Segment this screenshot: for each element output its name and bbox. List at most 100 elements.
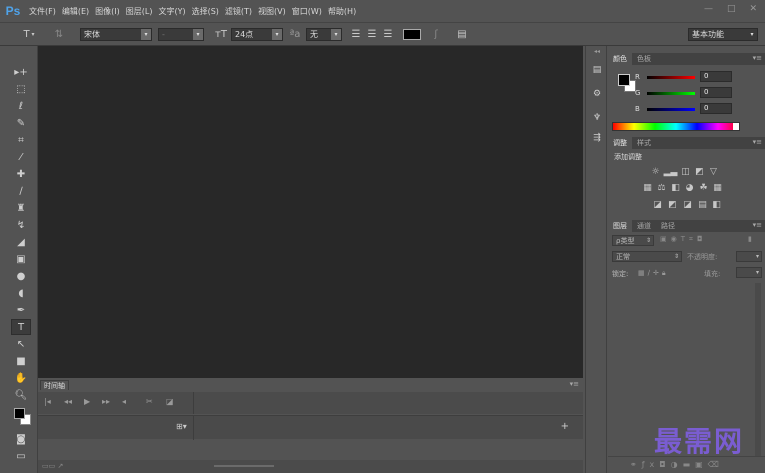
add-track-button[interactable]: + (561, 421, 569, 432)
add-media-icon[interactable]: ⊞▾ (176, 422, 187, 431)
green-slider[interactable]: G (635, 88, 695, 98)
menu-select[interactable]: 选择(S) (189, 0, 222, 22)
hand-tool-icon[interactable]: ✋ (11, 370, 31, 386)
threshold-icon[interactable]: ◪ (682, 200, 693, 210)
red-slider[interactable]: R (635, 72, 695, 82)
menu-filter[interactable]: 滤镜(T) (222, 0, 255, 22)
character-panel-icon[interactable]: ▤ (456, 28, 468, 41)
convert-frames-icon[interactable]: ▭▭ ↗ (42, 462, 63, 470)
quick-select-tool-icon[interactable]: ✎ (11, 115, 31, 131)
color-spectrum-bar[interactable] (612, 122, 740, 131)
align-center-icon[interactable]: ☰ (366, 28, 378, 41)
black-white-icon[interactable]: ◧ (670, 183, 681, 193)
menu-image[interactable]: 图像(I) (92, 0, 123, 22)
menu-layer[interactable]: 图层(L) (123, 0, 156, 22)
previous-frame-icon[interactable]: ◂◂ (64, 397, 72, 406)
panel-menu-icon[interactable]: ▾≡ (753, 138, 762, 146)
panel-menu-icon[interactable]: ▾≡ (570, 380, 579, 388)
menu-file[interactable]: 文件(F) (26, 0, 59, 22)
panel-menu-icon[interactable]: ▾≡ (753, 221, 762, 229)
tool-preset-icon[interactable]: ⇶ (591, 132, 603, 144)
zoom-tool-icon[interactable]: 🔍︎ (11, 387, 31, 403)
type-tool-icon[interactable]: T (11, 319, 31, 335)
antialias-dropdown[interactable]: 无 ▾ (306, 28, 342, 41)
timeline-track[interactable]: ⊞▾ + (38, 415, 583, 440)
brightness-icon[interactable]: ☼ (650, 167, 661, 177)
channel-mixer-icon[interactable]: ☘ (698, 183, 709, 193)
text-orientation-icon[interactable]: ⇅ (52, 28, 66, 41)
opacity-field[interactable]: ▾ (736, 251, 762, 262)
panel-menu-icon[interactable]: ▾≡ (753, 54, 762, 62)
path-selection-tool-icon[interactable]: ↖ (11, 336, 31, 352)
layer-filter-kind[interactable]: ρ类型 ⇕ (612, 235, 654, 246)
menu-window[interactable]: 窗口(W) (289, 0, 325, 22)
workspace-dropdown[interactable]: 基本功能 ▾ (688, 28, 758, 41)
menu-type[interactable]: 文字(Y) (155, 0, 188, 22)
fill-field[interactable]: ▾ (736, 267, 762, 278)
vibrance-icon[interactable]: ▽ (708, 167, 719, 177)
layer-filter-icons[interactable]: ▣◉T⌗◘ (660, 235, 706, 244)
foreground-background-color-icon[interactable] (12, 406, 34, 428)
layer-action-icons[interactable]: ⚭ƒx◘◑▬▣⌫ (630, 460, 724, 469)
zoom-slider[interactable] (214, 465, 274, 467)
first-frame-icon[interactable]: |◂ (44, 397, 51, 406)
selective-color-icon[interactable]: ◧ (711, 200, 722, 210)
curves-icon[interactable]: ◫ (680, 167, 691, 177)
tab-styles[interactable]: 样式 (632, 137, 656, 149)
menu-view[interactable]: 视图(V) (255, 0, 289, 22)
font-family-dropdown[interactable]: 宋体 ▾ (80, 28, 152, 41)
menu-help[interactable]: 帮助(H) (325, 0, 359, 22)
red-value-field[interactable]: 0 (700, 71, 732, 82)
next-frame-icon[interactable]: ▸▸ (102, 397, 110, 406)
history-icon[interactable]: ▤ (591, 64, 603, 76)
gradient-map-icon[interactable]: ▤ (697, 200, 708, 210)
restore-button[interactable]: □ (727, 4, 736, 14)
invert-icon[interactable]: ◪ (652, 200, 663, 210)
transition-icon[interactable]: ◪ (166, 397, 174, 406)
menu-edit[interactable]: 编辑(E) (59, 0, 92, 22)
color-balance-icon[interactable]: ⚖ (656, 183, 667, 193)
pen-tool-icon[interactable]: ✒ (11, 302, 31, 318)
lasso-tool-icon[interactable]: ℓ (11, 98, 31, 114)
filter-toggle-icon[interactable]: ▮ (748, 235, 752, 243)
collapse-icon[interactable]: ◂◂ (594, 48, 600, 55)
tab-channels[interactable]: 通道 (632, 220, 656, 232)
tab-adjustments[interactable]: 调整 (608, 137, 632, 149)
eyedropper-tool-icon[interactable]: ⁄ (11, 149, 31, 165)
lock-icons[interactable]: ▦∕✛🔒︎ (638, 269, 669, 278)
brush-tool-icon[interactable]: ∕ (11, 183, 31, 199)
move-tool-icon[interactable]: ▸+ (11, 64, 31, 80)
photo-filter-icon[interactable]: ◕ (684, 183, 695, 193)
dodge-tool-icon[interactable]: ◖ (11, 285, 31, 301)
font-style-dropdown[interactable]: - ▾ (158, 28, 204, 41)
history-brush-tool-icon[interactable]: ↯ (11, 217, 31, 233)
warp-text-icon[interactable]: ʃ (430, 28, 442, 41)
align-right-icon[interactable]: ☰ (382, 28, 394, 41)
color-lookup-icon[interactable]: ▦ (712, 183, 723, 193)
text-tool-preset-icon[interactable]: T ▾ (20, 28, 38, 41)
audio-icon[interactable]: ◂ (122, 397, 126, 406)
split-icon[interactable]: ✂ (146, 397, 153, 406)
font-size-dropdown[interactable]: 24点 ▾ (231, 28, 283, 41)
close-button[interactable]: ✕ (749, 4, 757, 14)
screen-mode-icon[interactable]: ▭ (11, 448, 31, 464)
clone-stamp-tool-icon[interactable]: ♜ (11, 200, 31, 216)
brush-preset-icon[interactable]: ♆ (591, 112, 603, 124)
exposure-icon[interactable]: ◩ (694, 167, 705, 177)
tab-swatches[interactable]: 色板 (632, 53, 656, 65)
layers-scrollbar[interactable] (755, 283, 761, 463)
blend-mode-dropdown[interactable]: 正常 ⇕ (612, 251, 682, 262)
play-icon[interactable]: ▶ (84, 397, 90, 406)
healing-brush-tool-icon[interactable]: ✚ (11, 166, 31, 182)
rectangle-tool-icon[interactable]: ■ (11, 353, 31, 369)
eraser-tool-icon[interactable]: ◢ (11, 234, 31, 250)
hue-saturation-icon[interactable]: ▦ (642, 183, 653, 193)
levels-icon[interactable]: ▂▃ (664, 167, 678, 177)
quick-mask-icon[interactable]: ◙ (11, 431, 31, 447)
posterize-icon[interactable]: ◩ (667, 200, 678, 210)
tab-color[interactable]: 颜色 (608, 53, 632, 65)
marquee-tool-icon[interactable]: ⬚ (11, 81, 31, 97)
tab-layers[interactable]: 图层 (608, 220, 632, 232)
document-canvas[interactable] (38, 46, 583, 378)
tab-paths[interactable]: 路径 (656, 220, 680, 232)
